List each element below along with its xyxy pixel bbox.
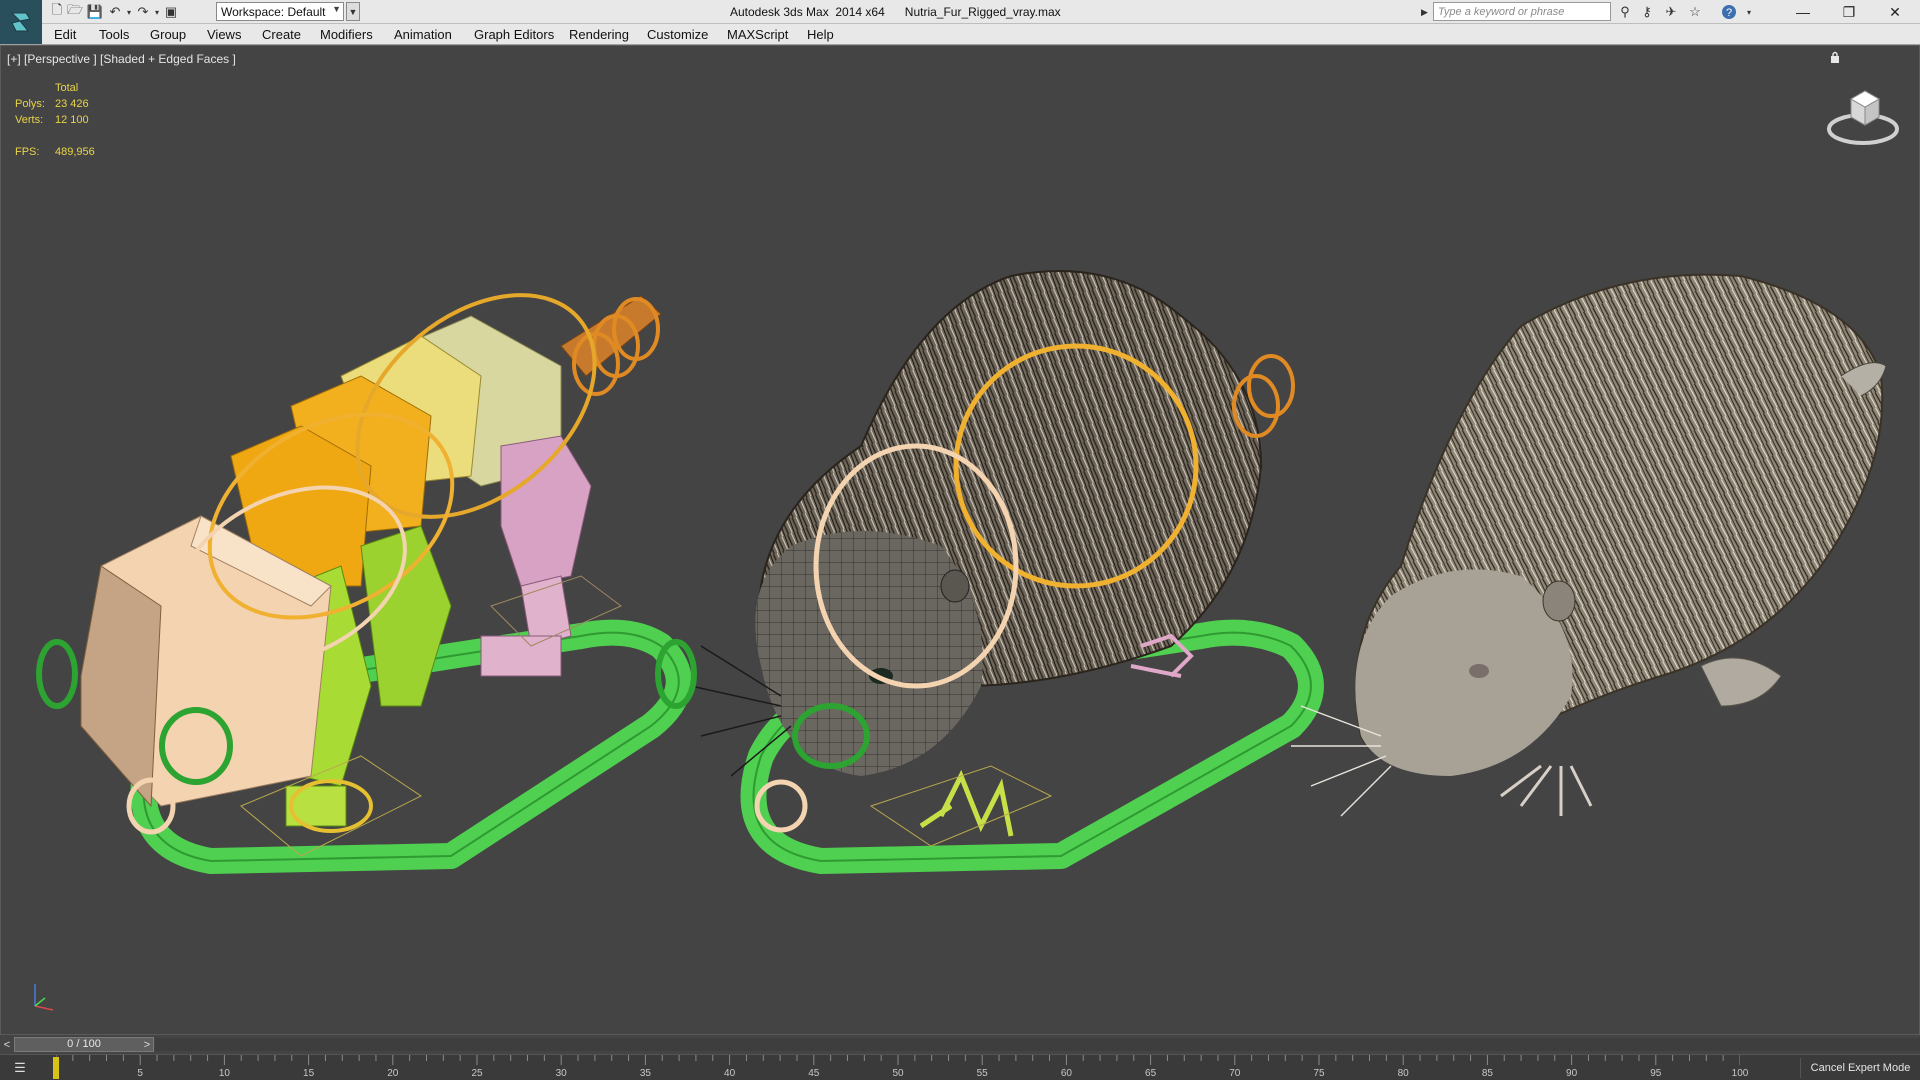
cancel-expert-mode-button[interactable]: Cancel Expert Mode (1800, 1058, 1920, 1078)
title-bar: 🗋 🗁 💾 ↶ ▾ ↷ ▾ ▣ Workspace: Default ▼ ▼ A… (0, 0, 1920, 44)
tick-label: 85 (1481, 1068, 1493, 1079)
tick-label: 25 (471, 1068, 483, 1079)
track-bar[interactable]: ☰ 5 10 15 20 25 30 35 40 45 50 55 60 65 70 75 80 85 90 95 1… (0, 1054, 1920, 1080)
menu-customize[interactable]: Customize (647, 27, 708, 42)
chevron-down-icon: ▼ (332, 4, 341, 14)
time-slider-thumb[interactable]: 0 / 100 (14, 1037, 154, 1052)
menu-modifiers[interactable]: Modifiers (320, 27, 373, 42)
workspace-label: Workspace: Default (221, 5, 326, 19)
tick-label: 35 (639, 1068, 651, 1079)
tick-label: 10 (218, 1068, 230, 1079)
tick-label: 50 (892, 1068, 904, 1079)
workspace-dropdown[interactable]: Workspace: Default ▼ (216, 2, 344, 21)
tick-label: 40 (724, 1068, 736, 1079)
star-icon[interactable]: ☆ (1686, 3, 1704, 21)
verts-value: 12 100 (55, 114, 89, 126)
menu-help[interactable]: Help (807, 27, 834, 42)
tick-label: 60 (1060, 1068, 1072, 1079)
scene-render (36, 250, 1887, 874)
menu-create[interactable]: Create (262, 27, 301, 42)
verts-label: Verts: (15, 114, 44, 126)
fur-wire-model[interactable] (655, 270, 1324, 874)
menu-bar: Edit Tools Group Views Create Modifiers … (0, 24, 1920, 45)
3ds-max-window: 🗋 🗁 💾 ↶ ▾ ↷ ▾ ▣ Workspace: Default ▼ ▼ A… (0, 0, 1920, 1080)
menu-animation[interactable]: Animation (394, 27, 452, 42)
tick-label: 55 (976, 1068, 988, 1079)
menu-group[interactable]: Group (150, 27, 186, 42)
viewcube-icon[interactable] (1823, 73, 1903, 153)
time-slider-track[interactable] (155, 1038, 1920, 1051)
bone-rig-model[interactable] (36, 250, 692, 874)
tick-label: 95 (1650, 1068, 1662, 1079)
file-name: Nutria_Fur_Rigged_vray.max (904, 5, 1061, 19)
tick-label: 30 (555, 1068, 567, 1079)
tick-label: 45 (808, 1068, 820, 1079)
search-input[interactable] (1433, 2, 1611, 21)
project-folder-icon[interactable]: ▣ (162, 3, 180, 21)
menu-edit[interactable]: Edit (54, 27, 76, 42)
tick-label: 90 (1566, 1068, 1578, 1079)
open-folder-icon[interactable]: 🗁 (66, 2, 84, 21)
tick-label: 70 (1229, 1068, 1241, 1079)
help-icon[interactable]: ? (1720, 3, 1738, 21)
polys-value: 23 426 (55, 98, 89, 110)
polys-label: Polys: (15, 98, 45, 110)
menu-views[interactable]: Views (207, 27, 241, 42)
minimize-icon[interactable]: — (1780, 0, 1826, 24)
tick-label: 100 (1731, 1068, 1749, 1079)
window-title: Autodesk 3ds Max 2014 x64 Nutria_Fur_Rig… (730, 5, 1061, 19)
svg-text:?: ? (1726, 7, 1732, 19)
new-file-icon[interactable]: 🗋 (48, 2, 66, 21)
expand-arrow-icon[interactable]: ▶ (1421, 3, 1431, 21)
time-slider: < 0 / 100 > (0, 1035, 1920, 1054)
menu-graph-editors[interactable]: Graph Editors (474, 27, 554, 42)
fps-label: FPS: (15, 146, 40, 158)
tick-label: 75 (1313, 1068, 1325, 1079)
save-icon[interactable]: 💾 (86, 3, 104, 21)
fps-value: 489,956 (55, 146, 95, 158)
restore-icon[interactable]: ❐ (1826, 0, 1872, 24)
next-frame-icon[interactable]: > (140, 1037, 154, 1052)
satellite-icon[interactable]: ✈ (1662, 3, 1680, 21)
quick-access-dropdown-icon[interactable]: ▼ (346, 2, 360, 21)
app-menu-button[interactable] (0, 0, 42, 44)
tick-label: 20 (387, 1068, 399, 1079)
current-frame-marker (53, 1057, 59, 1079)
stats-header: Total (55, 82, 79, 94)
menu-maxscript[interactable]: MAXScript (727, 27, 788, 42)
help-dropdown-icon[interactable]: ▾ (1740, 3, 1758, 21)
menu-tools[interactable]: Tools (99, 27, 129, 42)
perspective-viewport[interactable]: [+] [Perspective ] [Shaded + Edged Faces… (0, 45, 1920, 1035)
previous-frame-icon[interactable]: < (0, 1037, 14, 1052)
menu-rendering[interactable]: Rendering (569, 27, 629, 42)
axis-tripod-icon (34, 984, 54, 1011)
viewport-label[interactable]: [+] [Perspective ] [Shaded + Edged Faces… (7, 52, 236, 66)
tick-label: 65 (1145, 1068, 1157, 1079)
infocenter-search: ▶ (1421, 1, 1613, 22)
rendered-nutria-model[interactable] (1291, 273, 1887, 817)
open-mini-curve-editor-icon[interactable]: ☰ (6, 1059, 34, 1077)
binoculars-icon[interactable]: ⚲ (1616, 3, 1634, 21)
key-icon[interactable]: ⚷ (1638, 3, 1656, 21)
app-title: Autodesk 3ds Max 2014 x64 (730, 5, 885, 19)
lock-icon[interactable] (1830, 51, 1840, 63)
3ds-max-logo-icon (10, 12, 31, 32)
tick-label: 15 (303, 1068, 315, 1079)
tick-label: 80 (1397, 1068, 1409, 1079)
track-bar-ticks: 5 10 15 20 25 30 35 40 45 50 55 60 65 70 75 80 85 90 95 100 (56, 1055, 1748, 1080)
tick-label: 5 (137, 1068, 143, 1079)
close-icon[interactable]: ✕ (1872, 0, 1918, 24)
